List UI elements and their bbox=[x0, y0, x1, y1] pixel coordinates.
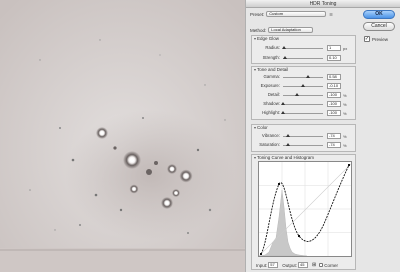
output-field[interactable]: 45 bbox=[298, 262, 309, 268]
detail-unit: % bbox=[343, 93, 347, 98]
preview-checkbox[interactable]: ✓ bbox=[364, 36, 370, 42]
histogram-area bbox=[258, 189, 308, 257]
disclosure-triangle-icon[interactable] bbox=[254, 37, 256, 40]
method-select[interactable]: Local Adaptation bbox=[268, 27, 314, 33]
disclosure-triangle-icon[interactable] bbox=[254, 126, 256, 129]
saturation-label: Saturation: bbox=[259, 142, 280, 147]
disclosure-triangle-icon[interactable] bbox=[254, 68, 256, 71]
vibrance-unit: % bbox=[343, 134, 347, 139]
color-header[interactable]: Color bbox=[254, 125, 268, 130]
vibrance-slider[interactable] bbox=[283, 134, 323, 137]
preview-toggle[interactable]: ✓ Preview bbox=[364, 36, 388, 42]
color-title: Color bbox=[257, 125, 268, 130]
detail-label: Detail: bbox=[267, 92, 280, 97]
disclosure-triangle-icon[interactable] bbox=[254, 156, 256, 159]
corner-label: Corner bbox=[324, 262, 338, 268]
histogram-options-icon[interactable]: ⊞ bbox=[312, 262, 316, 268]
exposure-slider-thumb[interactable] bbox=[300, 84, 305, 87]
highlight-unit: % bbox=[343, 111, 347, 116]
curve-io-row: Input: 57 Output: 45 ⊞ Corner bbox=[256, 262, 338, 268]
input-field[interactable]: 57 bbox=[268, 262, 279, 268]
preset-row: Preset: Custom ☰ bbox=[250, 11, 333, 17]
tone-detail-group: Tone and Detail Gamma: 0.58 Exposure: -0… bbox=[251, 66, 356, 120]
method-label: Method: bbox=[250, 27, 267, 33]
output-label: Output: bbox=[282, 262, 298, 268]
image-canvas bbox=[0, 0, 245, 272]
radius-slider-thumb[interactable] bbox=[281, 46, 286, 49]
preset-select[interactable]: Custom bbox=[266, 11, 327, 17]
curve-point bbox=[348, 164, 350, 166]
tone-detail-header[interactable]: Tone and Detail bbox=[254, 67, 288, 72]
strength-slider-thumb[interactable] bbox=[283, 56, 287, 59]
saturation-field[interactable]: -74 bbox=[327, 142, 341, 148]
curve-graph[interactable] bbox=[258, 162, 352, 257]
strength-field[interactable]: 0.10 bbox=[327, 55, 341, 61]
exposure-label: Exposure: bbox=[260, 83, 280, 88]
shadow-slider-thumb[interactable] bbox=[281, 102, 285, 105]
curve-point bbox=[298, 235, 300, 237]
method-row: Method: Local Adaptation bbox=[250, 27, 314, 33]
dialog-title: HDR Toning bbox=[246, 0, 400, 8]
edge-glow-group: Edge Glow Radius: 1 px Strength: 0.10 bbox=[251, 35, 356, 64]
vibrance-field[interactable]: -74 bbox=[327, 133, 341, 139]
edge-glow-header[interactable]: Edge Glow bbox=[254, 36, 279, 41]
exposure-field[interactable]: -0.10 bbox=[327, 83, 341, 89]
saturation-slider-thumb[interactable] bbox=[286, 143, 291, 146]
curve-point bbox=[260, 253, 262, 255]
radius-label: Radius: bbox=[265, 45, 280, 50]
star-field-image bbox=[0, 0, 245, 272]
strength-slider[interactable] bbox=[283, 56, 323, 59]
toning-curve-editor[interactable] bbox=[258, 161, 352, 257]
saturation-unit: % bbox=[343, 143, 347, 148]
tone-detail-title: Tone and Detail bbox=[257, 67, 289, 72]
radius-slider[interactable] bbox=[281, 46, 323, 49]
shadow-unit: % bbox=[343, 102, 347, 107]
corner-checkbox[interactable] bbox=[319, 263, 324, 267]
curve-point bbox=[278, 183, 280, 185]
shadow-field[interactable]: -100 bbox=[327, 101, 341, 107]
highlight-field[interactable]: -100 bbox=[327, 110, 341, 116]
preview-label: Preview bbox=[372, 36, 389, 42]
preset-label: Preset: bbox=[250, 11, 265, 17]
hdr-toning-dialog: HDR Toning Preset: Custom ☰ Method: Loca… bbox=[245, 0, 400, 272]
vibrance-label: Vibrance: bbox=[261, 133, 280, 138]
edge-glow-title: Edge Glow bbox=[257, 36, 280, 41]
exposure-slider[interactable] bbox=[283, 84, 323, 87]
vibrance-slider-thumb[interactable] bbox=[286, 134, 291, 137]
saturation-slider[interactable] bbox=[283, 143, 323, 146]
shadow-label: Shadow: bbox=[263, 101, 280, 106]
detail-field[interactable]: -100 bbox=[327, 92, 341, 98]
strength-label: Strength: bbox=[262, 55, 280, 60]
gamma-field[interactable]: 0.58 bbox=[327, 74, 341, 80]
preset-options-icon[interactable]: ☰ bbox=[329, 12, 333, 17]
radius-unit: px bbox=[343, 46, 348, 51]
detail-slider[interactable] bbox=[283, 93, 323, 96]
gamma-label: Gamma: bbox=[263, 74, 280, 79]
ok-button[interactable]: OK bbox=[363, 10, 395, 19]
gamma-slider-thumb[interactable] bbox=[305, 75, 310, 78]
toning-curve-title: Toning Curve and Histogram bbox=[257, 155, 315, 160]
shadow-slider[interactable] bbox=[281, 102, 323, 105]
input-label: Input: bbox=[256, 262, 268, 268]
highlight-slider[interactable] bbox=[281, 111, 323, 114]
highlight-slider-thumb[interactable] bbox=[281, 111, 285, 114]
detail-slider-thumb[interactable] bbox=[295, 93, 299, 96]
color-group: Color Vibrance: -74 % Saturation: -74 % bbox=[251, 124, 356, 152]
radius-field[interactable]: 1 bbox=[327, 45, 341, 51]
highlight-label: Highlight: bbox=[262, 110, 280, 115]
toning-curve-header[interactable]: Toning Curve and Histogram bbox=[254, 155, 314, 160]
cancel-button[interactable]: Cancel bbox=[363, 22, 395, 31]
gamma-slider[interactable] bbox=[283, 75, 323, 78]
